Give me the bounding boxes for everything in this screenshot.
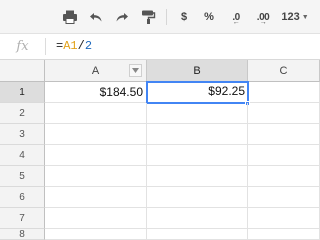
cell-c3[interactable] <box>248 124 320 145</box>
cell-c2[interactable] <box>248 103 320 124</box>
more-formats-label: 123 <box>281 11 300 23</box>
cell-b5[interactable] <box>147 166 248 187</box>
filter-dropdown-icon[interactable] <box>129 64 142 77</box>
column-header-a[interactable]: A <box>45 60 147 82</box>
row-header-2[interactable]: 2 <box>0 103 45 124</box>
currency-format-button[interactable]: $ <box>176 7 192 27</box>
increase-decimal-button[interactable]: .00 → <box>252 7 274 27</box>
select-all-corner[interactable] <box>0 60 45 82</box>
row-header-3[interactable]: 3 <box>0 124 45 145</box>
cell-b2[interactable] <box>147 103 248 124</box>
toolbar-separator <box>166 9 167 25</box>
arrow-left-icon: ← <box>232 18 240 26</box>
more-formats-button[interactable]: 123 ▼ <box>278 7 312 27</box>
percent-format-button[interactable]: % <box>200 7 218 27</box>
cell-c4[interactable] <box>248 145 320 166</box>
chevron-down-icon: ▼ <box>301 13 309 21</box>
cell-a2[interactable] <box>45 103 147 124</box>
decrease-decimal-button[interactable]: .0 ← <box>226 7 246 27</box>
cell-a8[interactable] <box>45 229 147 240</box>
cell-c5[interactable] <box>248 166 320 187</box>
cell-b7[interactable] <box>147 208 248 229</box>
formula-operator: / <box>77 39 85 53</box>
row-header-7[interactable]: 7 <box>0 208 45 229</box>
formula-number: 2 <box>84 39 93 53</box>
cell-b8[interactable] <box>147 229 248 240</box>
cell-c7[interactable] <box>248 208 320 229</box>
cell-b4[interactable] <box>147 145 248 166</box>
row-header-5[interactable]: 5 <box>0 166 45 187</box>
cell-a4[interactable] <box>45 145 147 166</box>
cell-a7[interactable] <box>45 208 147 229</box>
row-label: 6 <box>19 191 25 203</box>
column-label-c: C <box>279 64 288 77</box>
arrow-right-icon: → <box>259 18 267 26</box>
row-label: 7 <box>19 212 25 224</box>
row-label: 5 <box>19 170 25 182</box>
cell-b6[interactable] <box>147 187 248 208</box>
undo-icon[interactable] <box>86 7 106 27</box>
row-label: 2 <box>19 107 25 119</box>
row-label: 3 <box>19 128 25 140</box>
row-header-8[interactable]: 8 <box>0 229 45 240</box>
row-header-4[interactable]: 4 <box>0 145 45 166</box>
cell-a3[interactable] <box>45 124 147 145</box>
cell-a1[interactable]: $184.50 <box>45 82 147 103</box>
row-header-6[interactable]: 6 <box>0 187 45 208</box>
cell-a6[interactable] <box>45 187 147 208</box>
fx-icon: fx <box>16 39 29 54</box>
spreadsheet-grid: A B C 1 2 3 4 5 6 7 8 $184.50 $92.25 <box>0 60 320 240</box>
column-header-c[interactable]: C <box>248 60 320 82</box>
row-label: 1 <box>19 86 25 98</box>
toolbar: $ % .0 ← .00 → 123 ▼ <box>0 0 320 34</box>
column-header-b[interactable]: B <box>147 60 248 82</box>
cell-a5[interactable] <box>45 166 147 187</box>
cell-b1-active[interactable]: $92.25 <box>146 81 249 104</box>
redo-icon[interactable] <box>112 7 132 27</box>
formula-bar: fx =A1/2 <box>0 34 320 60</box>
formula-reference: A1 <box>63 39 78 53</box>
row-label: 4 <box>19 149 25 161</box>
column-label-b: B <box>193 64 201 77</box>
print-icon[interactable] <box>60 7 80 27</box>
cell-c6[interactable] <box>248 187 320 208</box>
row-label: 8 <box>19 228 25 240</box>
formula-input[interactable]: =A1/2 <box>56 39 92 54</box>
column-label-a: A <box>91 64 100 77</box>
paint-format-icon[interactable] <box>138 7 158 27</box>
cell-c1[interactable] <box>249 82 320 103</box>
formula-divider <box>45 38 46 55</box>
cell-b3[interactable] <box>147 124 248 145</box>
cell-c8[interactable] <box>248 229 320 240</box>
row-header-1[interactable]: 1 <box>0 82 45 103</box>
